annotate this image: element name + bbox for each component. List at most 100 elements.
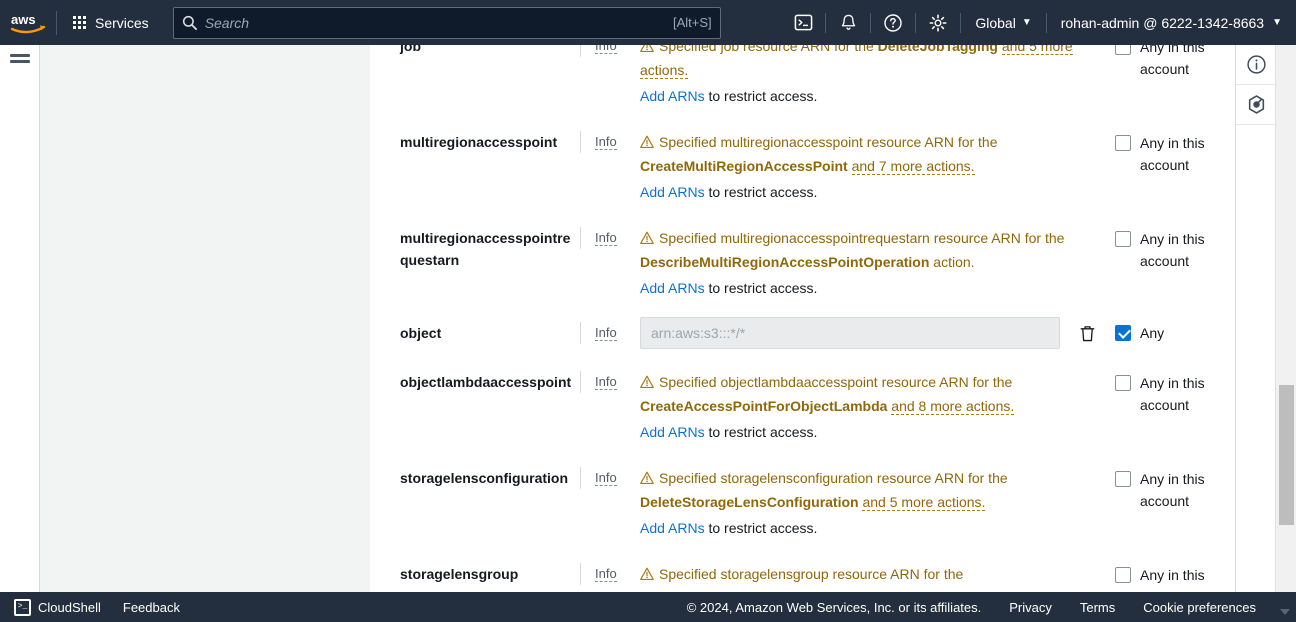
security-panel-button[interactable] [1236,85,1276,125]
add-arns-link[interactable]: Add ARNs [640,88,705,104]
search-input[interactable] [196,13,668,32]
add-arns-line: Add ARNs to restrict access. [640,181,1105,203]
chevron-down-icon: ▼ [1272,17,1282,28]
any-in-account-label: Any in this account [1140,375,1205,413]
shield-lock-icon [1248,95,1264,114]
add-arns-link[interactable]: Add ARNs [640,184,705,200]
warning-message: Specified storagelensconfiguration resou… [640,467,1105,513]
info-link[interactable]: Info [595,470,617,486]
info-link[interactable]: Info [595,325,617,341]
notifications-button[interactable] [826,0,870,45]
search-shortcut-hint: [Alt+S] [673,15,712,30]
account-menu[interactable]: rohan-admin @ 6222-1342-8663 ▼ [1047,0,1296,45]
warning-prefix: Specified multiregionaccesspoint resourc… [659,134,998,150]
feedback-link[interactable]: Feedback [123,600,180,615]
top-navigation-bar: aws Services [Alt+S] [0,0,1296,45]
any-in-account-checkbox[interactable] [1115,375,1131,391]
warning-prefix: Specified objectlambdaaccesspoint resour… [659,374,1013,390]
warning-triangle-icon [640,229,654,251]
any-in-account-label: Any in this account [1140,471,1205,509]
any-in-account-checkbox[interactable] [1115,135,1131,151]
cloudshell-button[interactable] [781,0,825,45]
gear-icon [929,13,947,32]
any-in-account-checkbox[interactable] [1115,231,1131,247]
resource-body [640,317,1115,349]
add-arns-line: Add ARNs to restrict access. [640,421,1105,443]
info-link[interactable]: Info [595,374,617,390]
region-selector[interactable]: Global ▼ [961,0,1045,45]
info-cell: Info [580,371,640,393]
hamburger-icon[interactable] [9,54,30,63]
resource-body: Specified multiregionaccesspoint resourc… [640,131,1115,203]
cloudshell-launch-button[interactable]: >_ CloudShell [14,598,101,616]
left-rail [0,45,40,600]
resource-type-name: multiregionaccesspointrequestarn [400,230,571,268]
resource-type-name: storagelensconfiguration [400,470,569,486]
warning-prefix: Specified storagelensgroup resource ARN … [659,566,964,582]
warning-triangle-icon [640,565,654,587]
aws-logo[interactable]: aws [0,0,56,45]
arn-input[interactable] [640,317,1060,349]
help-button[interactable] [871,0,915,45]
services-label: Services [95,14,149,31]
info-link[interactable]: Info [595,45,617,54]
add-arns-link[interactable]: Add ARNs [640,280,705,296]
add-arns-link[interactable]: Add ARNs [640,424,705,440]
warning-prefix: Specified job resource ARN for the [659,45,878,54]
table-row: multiregionaccesspointrequestarn Info Sp… [370,215,1275,311]
table-row: job Info Specified job resource ARN for … [370,45,1275,119]
any-in-account-checkbox[interactable] [1115,567,1131,583]
info-circle-icon [1246,55,1266,74]
table-row: objectlambdaaccesspoint Info Specified o… [370,359,1275,455]
scrollbar-thumb[interactable] [1279,385,1294,525]
settings-button[interactable] [916,0,960,45]
services-menu-button[interactable]: Services [61,6,161,39]
grid-icon [73,16,86,29]
privacy-link[interactable]: Privacy [1009,600,1052,615]
info-panel-button[interactable] [1236,45,1276,85]
any-label: Any [1140,325,1165,341]
footer-right: © 2024, Amazon Web Services, Inc. or its… [687,600,1296,615]
right-rail [1235,45,1276,600]
add-arns-rest: to restrict access. [704,424,818,440]
warning-prefix: Specified multiregionaccesspointrequesta… [659,230,1065,246]
warning-action: CreateMultiRegionAccessPoint [640,158,848,174]
warning-message: Specified multiregionaccesspoint resourc… [640,131,1105,177]
delete-arn-button[interactable] [1076,320,1098,346]
warning-message: Specified multiregionaccesspointrequesta… [640,227,1105,273]
info-link[interactable]: Info [595,134,617,150]
question-circle-icon [884,13,903,32]
add-arns-link[interactable]: Add ARNs [640,520,705,536]
warning-suffix: action. [929,254,975,270]
more-actions-link[interactable]: and 7 more actions. [851,158,975,175]
warning-message: Specified job resource ARN for the Delet… [640,45,1105,81]
add-arns-line: Add ARNs to restrict access. [640,517,1105,539]
trash-icon [1080,325,1094,341]
add-arns-line: Add ARNs to restrict access. [640,277,1105,299]
info-link[interactable]: Info [595,230,617,246]
any-in-account-label: Any in this account [1140,45,1205,77]
any-in-account-checkbox[interactable] [1115,45,1131,55]
cookie-preferences-link[interactable]: Cookie preferences [1143,600,1256,615]
add-arns-line: Add ARNs to restrict access. [640,85,1105,107]
resources-panel: job Info Specified job resource ARN for … [370,45,1275,600]
more-actions-link[interactable]: and 8 more actions. [891,398,1015,415]
any-in-account-checkbox[interactable] [1115,471,1131,487]
terms-link[interactable]: Terms [1080,600,1115,615]
search-box[interactable]: [Alt+S] [172,6,721,39]
more-actions-link[interactable]: and 5 more actions. [862,494,986,511]
any-checkbox[interactable] [1115,325,1131,341]
warning-action: DescribeMultiRegionAccessPointOperation [640,254,930,270]
cloudshell-icon [794,14,813,31]
resource-body: Specified objectlambdaaccesspoint resour… [640,371,1115,443]
info-cell: Info [580,467,640,489]
footer-left: >_ CloudShell Feedback [0,598,180,616]
nav-divider [56,10,57,35]
page-scrollbar[interactable] [1275,45,1296,600]
any-in-account-label: Any in this account [1140,231,1205,269]
scroll-down-arrow-icon[interactable] [1280,609,1290,615]
chevron-down-icon: ▼ [1021,17,1032,28]
info-link[interactable]: Info [595,566,617,582]
info-cell: Info [580,322,640,344]
table-row: storagelensconfiguration Info Specified … [370,455,1275,551]
